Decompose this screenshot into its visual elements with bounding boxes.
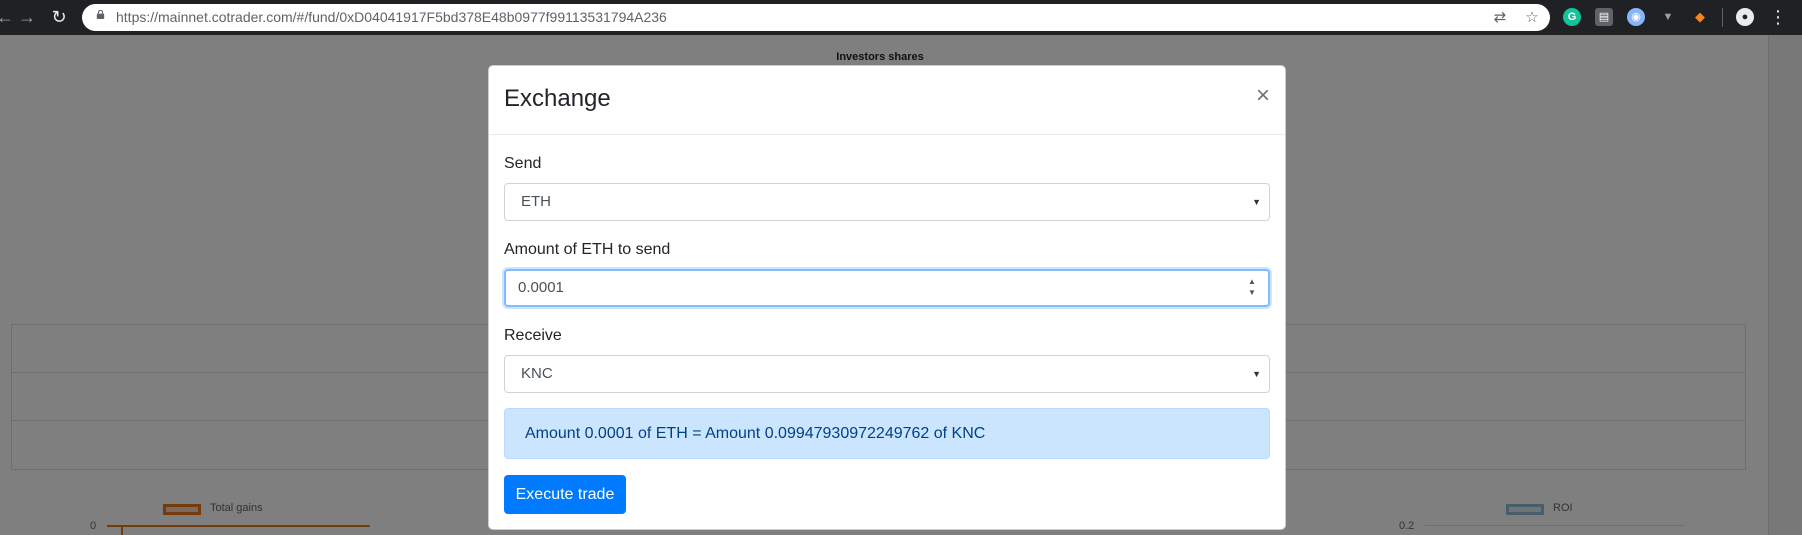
grammarly-extension-icon[interactable]: G (1563, 8, 1581, 26)
reload-icon[interactable]: ↻ (48, 6, 70, 28)
translate-icon[interactable]: ⇄ (1490, 8, 1510, 28)
bookmark-star-icon[interactable]: ☆ (1522, 8, 1542, 28)
exchange-modal: Exchange × Send ETH ▼ Amount of ETH to s… (488, 65, 1286, 530)
url-text[interactable]: https://mainnet.cotrader.com/#/fund/0xD0… (116, 4, 667, 31)
browser-toolbar: ← → ↻ https://mainnet.cotrader.com/#/fun… (0, 0, 1802, 35)
extension-icon-2[interactable]: ▤ (1595, 8, 1613, 26)
metamask-extension-icon[interactable]: ◆ (1691, 8, 1709, 26)
send-label: Send (504, 155, 542, 172)
lock-icon (96, 10, 105, 19)
exchange-result-text: Amount 0.0001 of ETH = Amount 0.09947930… (525, 425, 986, 442)
number-stepper-icon[interactable]: ▲ ▼ (1246, 276, 1258, 300)
toolbar-separator (1722, 8, 1723, 27)
receive-token-value: KNC (521, 365, 553, 382)
extension-icon-3[interactable]: ◉ (1627, 8, 1645, 26)
send-token-value: ETH (521, 193, 551, 210)
back-arrow-icon[interactable]: ← (0, 6, 16, 28)
receive-token-select[interactable]: KNC ▼ (504, 355, 1270, 393)
amount-value: 0.0001 (518, 279, 564, 296)
browser-menu-icon[interactable]: ⋮ (1767, 6, 1789, 28)
execute-trade-button[interactable]: Execute trade (504, 475, 626, 514)
forward-arrow-icon[interactable]: → (16, 6, 38, 28)
send-token-select[interactable]: ETH ▼ (504, 183, 1270, 221)
modal-header: Exchange × (489, 66, 1285, 135)
vue-devtools-extension-icon[interactable]: ▼ (1659, 8, 1677, 26)
modal-title: Exchange (504, 85, 611, 112)
chevron-down-icon: ▼ (1252, 197, 1261, 207)
chevron-down-icon: ▼ (1252, 369, 1261, 379)
receive-label: Receive (504, 327, 562, 344)
address-bar[interactable]: https://mainnet.cotrader.com/#/fund/0xD0… (82, 4, 1550, 31)
exchange-rate-alert: Amount 0.0001 of ETH = Amount 0.09947930… (504, 408, 1270, 459)
amount-label: Amount of ETH to send (504, 241, 671, 258)
amount-input[interactable]: 0.0001 ▲ ▼ (504, 269, 1270, 307)
close-icon[interactable]: × (1251, 84, 1275, 108)
profile-avatar-icon[interactable]: ● (1736, 8, 1754, 26)
